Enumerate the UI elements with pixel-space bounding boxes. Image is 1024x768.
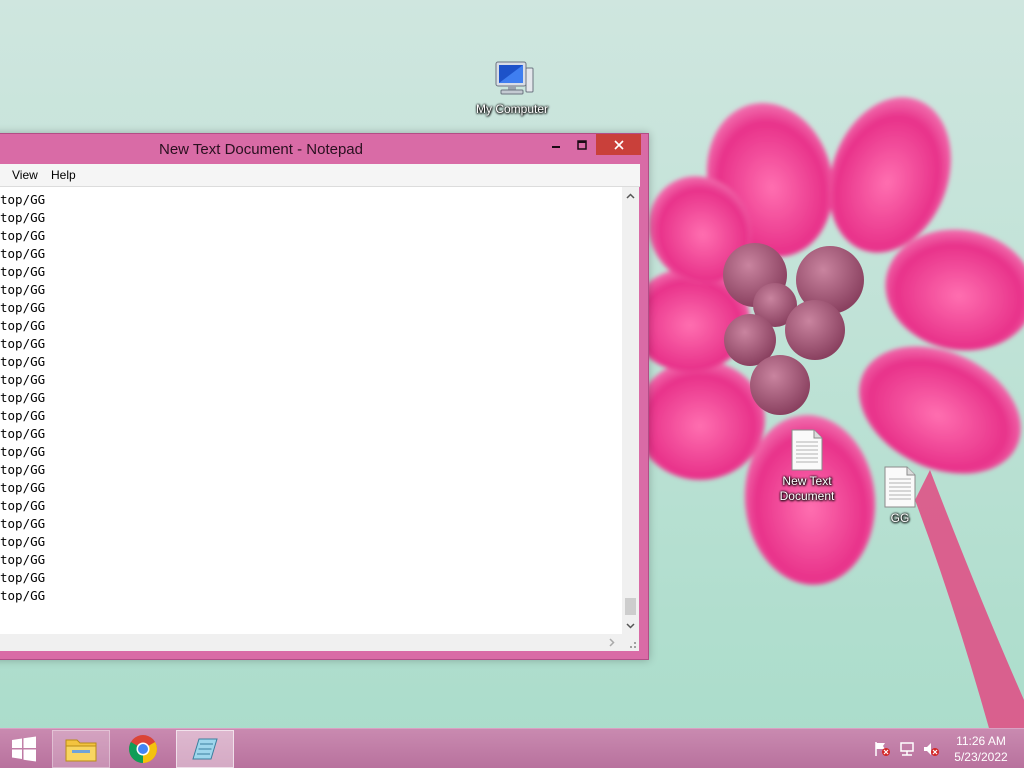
chevron-down-icon xyxy=(626,622,635,629)
text-line: top/GG xyxy=(0,570,46,585)
maximize-button[interactable] xyxy=(569,134,595,155)
text-edit-area[interactable]: top/GG top/GG top/GG top/GG top/GG top/GG top/… xyxy=(0,187,622,634)
text-line: top/GG xyxy=(0,444,46,459)
my-computer-label: My Computer xyxy=(475,102,549,116)
text-line: top/GG xyxy=(0,426,46,441)
windows-logo-icon xyxy=(12,736,36,762)
text-line: top/GG xyxy=(0,534,46,549)
volume-muted-icon[interactable] xyxy=(922,741,940,757)
gg-label: GG xyxy=(890,511,910,525)
text-line: top/GG xyxy=(0,390,46,405)
text-line: top/GG xyxy=(0,192,46,207)
text-line: top/GG xyxy=(0,498,46,513)
maximize-icon xyxy=(577,139,587,150)
notepad-icon xyxy=(192,738,218,760)
new-text-document-label-line2: Document xyxy=(779,489,835,503)
text-line: top/GG xyxy=(0,354,46,369)
computer-icon xyxy=(495,61,534,95)
taskbar-chrome[interactable] xyxy=(114,730,172,768)
folder-icon xyxy=(65,739,97,762)
text-line: top/GG xyxy=(0,372,46,387)
text-line: top/GG xyxy=(0,246,46,261)
desktop-icon-new-text-document[interactable]: New Text Document xyxy=(765,428,849,504)
text-line: top/GG xyxy=(0,588,46,603)
text-content: top/GG top/GG top/GG top/GG top/GG top/GG top/… xyxy=(0,191,45,605)
close-icon xyxy=(613,139,624,150)
scroll-right-button[interactable] xyxy=(603,634,620,651)
system-clock[interactable]: 11:26 AM 5/23/2022 xyxy=(945,733,1017,765)
menu-view[interactable]: View xyxy=(12,168,38,182)
menu-help[interactable]: Help xyxy=(51,168,76,182)
notepad-window: New Text Document - Notepad View Help to… xyxy=(0,133,649,660)
window-title: New Text Document - Notepad xyxy=(159,141,363,158)
scroll-up-button[interactable] xyxy=(622,187,639,204)
text-line: top/GG xyxy=(0,210,46,225)
text-line: top/GG xyxy=(0,552,46,567)
title-bar[interactable]: New Text Document - Notepad xyxy=(0,134,648,164)
text-line: top/GG xyxy=(0,408,46,423)
desktop-icon-gg[interactable]: GG xyxy=(858,465,942,526)
text-line: top/GG xyxy=(0,282,46,297)
chevron-right-icon xyxy=(608,638,615,647)
taskbar-file-explorer[interactable] xyxy=(52,730,110,768)
scroll-down-button[interactable] xyxy=(622,617,639,634)
text-line: top/GG xyxy=(0,318,46,333)
text-line: top/GG xyxy=(0,264,46,279)
vertical-scroll-thumb[interactable] xyxy=(625,598,636,615)
start-button[interactable] xyxy=(0,730,48,768)
network-icon[interactable] xyxy=(898,741,916,757)
action-center-flag-icon[interactable] xyxy=(873,741,891,757)
clock-time: 11:26 AM xyxy=(956,734,1006,748)
new-text-document-label-line1: New Text xyxy=(782,474,832,488)
minimize-icon xyxy=(552,145,560,148)
clock-date: 5/23/2022 xyxy=(954,750,1008,764)
text-line: top/GG xyxy=(0,462,46,477)
desktop: My Computer New Text Document GG New Tex… xyxy=(0,0,1024,768)
text-line: top/GG xyxy=(0,480,46,495)
minimize-button[interactable] xyxy=(543,134,569,155)
horizontal-scrollbar[interactable] xyxy=(0,634,622,651)
text-line: top/GG xyxy=(0,336,46,351)
menu-bar: View Help xyxy=(0,164,640,187)
close-button[interactable] xyxy=(596,134,641,155)
size-grip[interactable] xyxy=(622,634,639,651)
text-document-icon xyxy=(884,466,916,508)
chevron-up-icon xyxy=(626,192,635,199)
text-line: top/GG xyxy=(0,516,46,531)
chrome-icon xyxy=(129,735,157,763)
text-line: top/GG xyxy=(0,228,46,243)
text-line: top/GG xyxy=(0,300,46,315)
taskbar: 11:26 AM 5/23/2022 xyxy=(0,728,1024,768)
resize-grip-icon xyxy=(630,642,636,648)
text-document-icon xyxy=(791,429,823,471)
taskbar-notepad[interactable] xyxy=(176,730,234,768)
desktop-icon-my-computer[interactable]: My Computer xyxy=(470,58,554,117)
vertical-scrollbar[interactable] xyxy=(622,187,639,634)
